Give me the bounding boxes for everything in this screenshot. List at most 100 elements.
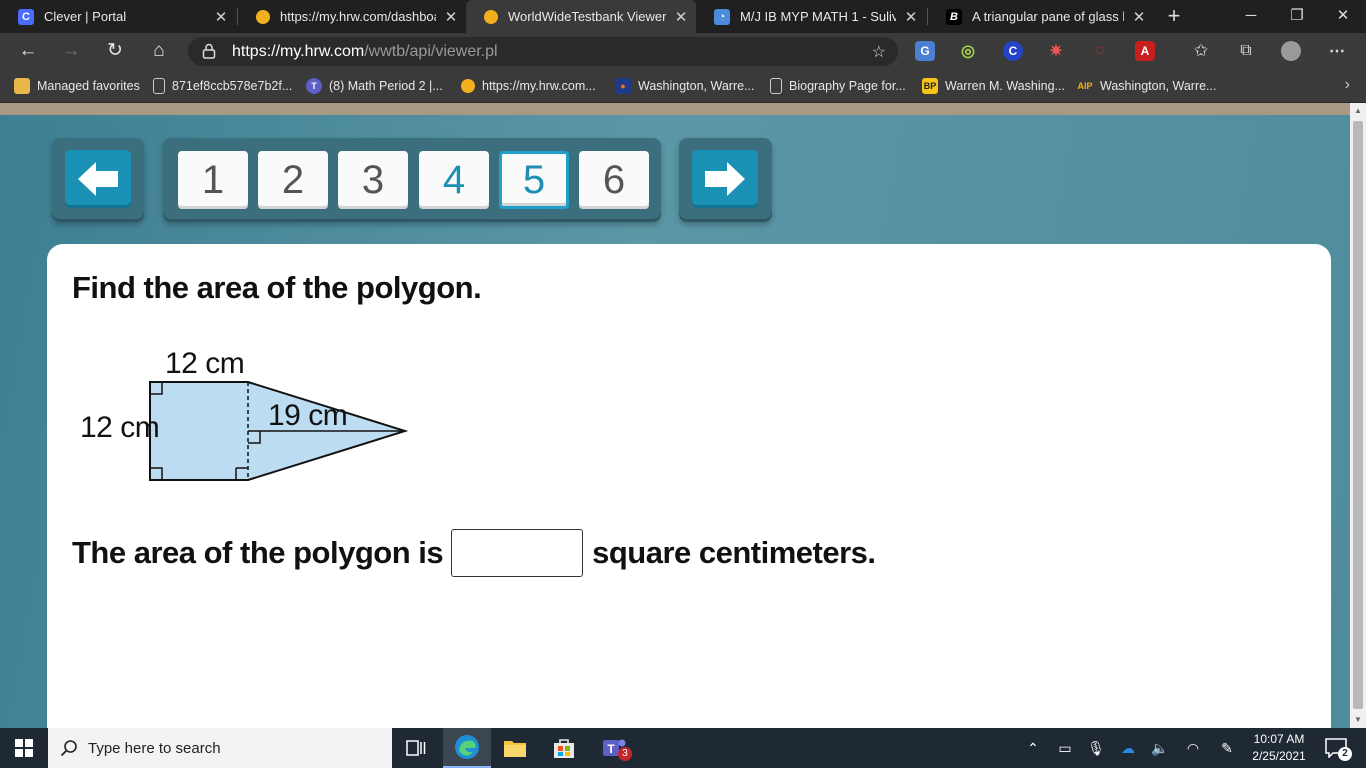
favorites-icon[interactable]: ✩ bbox=[1191, 41, 1211, 61]
tab-title: https://my.hrw.com/dashboard bbox=[280, 9, 436, 24]
restore-icon[interactable]: ❐ bbox=[1274, 0, 1320, 33]
profile-avatar-icon[interactable] bbox=[1281, 41, 1301, 61]
teams-icon[interactable]: T 3 bbox=[590, 728, 638, 768]
favorite-item[interactable]: ● Washington, Warre... bbox=[615, 76, 754, 96]
favorite-item[interactable]: 871ef8ccb578e7b2f... bbox=[153, 76, 292, 96]
onedrive-icon[interactable]: ☁ bbox=[1119, 739, 1137, 757]
page-scrollbar[interactable]: ▲ ▼ bbox=[1350, 103, 1366, 728]
close-icon[interactable]: ✕ bbox=[206, 8, 236, 26]
back-icon[interactable]: ← bbox=[13, 37, 43, 67]
arrow-left-icon bbox=[78, 162, 118, 196]
minimize-icon[interactable]: ─ bbox=[1228, 0, 1274, 33]
answer-input[interactable] bbox=[451, 529, 584, 577]
start-button[interactable] bbox=[0, 728, 48, 768]
window-close-icon[interactable]: ✕ bbox=[1320, 0, 1366, 33]
clever-extension-icon[interactable]: C bbox=[1003, 41, 1023, 61]
notification-count: 2 bbox=[1338, 747, 1352, 761]
chevron-up-icon[interactable]: ⌃ bbox=[1024, 739, 1042, 757]
tab-hrw-dashboard[interactable]: https://my.hrw.com/dashboard ✕ bbox=[238, 0, 466, 33]
file-explorer-icon[interactable] bbox=[491, 728, 539, 768]
question-1-button[interactable]: 1 bbox=[178, 151, 248, 209]
chevron-right-icon[interactable]: › bbox=[1345, 76, 1350, 94]
tab-worldwidetestbank[interactable]: WorldWideTestbank Viewer ✕ bbox=[466, 0, 696, 33]
question-3-button[interactable]: 3 bbox=[338, 151, 408, 209]
edge-icon[interactable] bbox=[443, 728, 491, 768]
tab-brainly[interactable]: B A triangular pane of glass has a ✕ bbox=[928, 0, 1154, 33]
favorite-label: Biography Page for... bbox=[789, 79, 906, 93]
question-4-button[interactable]: 4 bbox=[419, 151, 489, 209]
microphone-icon[interactable]: 🎙 bbox=[1087, 739, 1105, 757]
next-button-frame bbox=[679, 138, 772, 222]
more-menu-icon[interactable]: ⋯ bbox=[1327, 41, 1347, 61]
lock-icon[interactable] bbox=[202, 43, 216, 59]
close-icon[interactable]: ✕ bbox=[1124, 8, 1154, 26]
refresh-icon[interactable]: ↻ bbox=[100, 37, 130, 67]
pdf-extension-icon[interactable]: A bbox=[1135, 41, 1155, 61]
wifi-icon[interactable]: ◠ bbox=[1184, 739, 1202, 757]
translate-extension-icon[interactable]: G bbox=[915, 41, 935, 61]
collections-icon[interactable]: ⧉ bbox=[1236, 41, 1256, 61]
close-icon[interactable]: ✕ bbox=[436, 8, 466, 26]
scroll-thumb[interactable] bbox=[1353, 121, 1363, 709]
address-bar[interactable]: https://my.hrw.com/wwtb/api/viewer.pl ☆ bbox=[188, 37, 898, 66]
brainly-icon: B bbox=[946, 8, 962, 25]
forward-icon[interactable]: → bbox=[56, 37, 86, 67]
add-favorite-icon[interactable]: ☆ bbox=[872, 42, 886, 62]
tab-title: A triangular pane of glass has a bbox=[972, 9, 1124, 24]
tab-classroom[interactable]: ◔ M/J IB MYP MATH 1 - Sulivera ✕ bbox=[696, 0, 926, 33]
favorite-item[interactable]: Biography Page for... bbox=[770, 76, 906, 96]
search-icon bbox=[60, 740, 77, 757]
chat-extension-icon[interactable]: ◌ bbox=[1090, 41, 1110, 61]
question-2-button[interactable]: 2 bbox=[258, 151, 328, 209]
task-view-icon[interactable] bbox=[392, 728, 440, 768]
next-question-button[interactable] bbox=[692, 150, 758, 208]
tab-title: Clever | Portal bbox=[44, 9, 127, 24]
question-5-button[interactable]: 5 bbox=[499, 151, 569, 209]
page-icon bbox=[770, 78, 782, 94]
scroll-up-icon[interactable]: ▲ bbox=[1350, 103, 1366, 119]
teams-icon: T bbox=[306, 78, 322, 94]
classroom-icon: ◔ bbox=[714, 8, 730, 25]
tab-clever[interactable]: C Clever | Portal ✕ bbox=[0, 0, 236, 33]
favorite-item[interactable]: https://my.hrw.com... bbox=[461, 76, 596, 96]
taskbar: Type here to search T 3 ⌃ ▭ 🎙 ☁ 🔈 ◠ ✎ 10… bbox=[0, 728, 1366, 768]
favorite-item[interactable]: T (8) Math Period 2 |... bbox=[306, 76, 443, 96]
favorite-label: https://my.hrw.com... bbox=[482, 79, 596, 93]
triangle-height-label: 19 cm bbox=[268, 399, 348, 432]
volume-muted-icon[interactable]: 🔈 bbox=[1151, 739, 1169, 757]
close-icon[interactable]: ✕ bbox=[666, 8, 696, 26]
taskbar-search[interactable]: Type here to search bbox=[48, 728, 392, 768]
previous-question-button[interactable] bbox=[65, 150, 131, 208]
new-tab-icon[interactable]: + bbox=[1160, 3, 1188, 31]
scroll-down-icon[interactable]: ▼ bbox=[1350, 712, 1366, 728]
screencast-extension-icon[interactable]: ✷ bbox=[1046, 41, 1066, 61]
viewer-page: 1 2 3 4 5 6 Find the area of the polygon… bbox=[0, 103, 1350, 728]
hrw-icon bbox=[256, 9, 270, 24]
favorite-item[interactable]: BP Warren M. Washing... bbox=[922, 76, 1065, 96]
tab-title: M/J IB MYP MATH 1 - Sulivera bbox=[740, 9, 896, 24]
hrw-icon bbox=[461, 79, 475, 93]
pen-icon[interactable]: ✎ bbox=[1218, 739, 1236, 757]
search-placeholder: Type here to search bbox=[88, 739, 221, 757]
favorite-managed[interactable]: Managed favorites bbox=[14, 76, 140, 96]
bp-icon: BP bbox=[922, 78, 938, 94]
tab-title: WorldWideTestbank Viewer bbox=[508, 9, 666, 24]
question-6-button[interactable]: 6 bbox=[579, 151, 649, 209]
hrw-icon bbox=[484, 9, 498, 24]
clock[interactable]: 10:07 AM 2/25/2021 bbox=[1248, 731, 1310, 765]
favorite-label: Washington, Warre... bbox=[638, 79, 755, 93]
url-path: /wwtb/api/viewer.pl bbox=[364, 43, 498, 60]
favorite-item[interactable]: AIP Washington, Warre... bbox=[1077, 76, 1216, 96]
favorite-label: 871ef8ccb578e7b2f... bbox=[172, 79, 293, 93]
close-icon[interactable]: ✕ bbox=[896, 8, 926, 26]
clock-time: 10:07 AM bbox=[1253, 732, 1305, 746]
store-icon[interactable] bbox=[540, 728, 588, 768]
favorite-label: (8) Math Period 2 |... bbox=[329, 79, 443, 93]
answer-sentence: The area of the polygon is square centim… bbox=[72, 528, 876, 578]
favorite-label: Washington, Warre... bbox=[1100, 79, 1217, 93]
home-icon[interactable]: ⌂ bbox=[144, 37, 174, 67]
favorite-label: Warren M. Washing... bbox=[945, 79, 1065, 93]
battery-icon[interactable]: ▭ bbox=[1056, 739, 1074, 757]
notifications-icon[interactable]: 2 bbox=[1318, 728, 1354, 768]
green-extension-icon[interactable]: ◎ bbox=[958, 41, 978, 61]
